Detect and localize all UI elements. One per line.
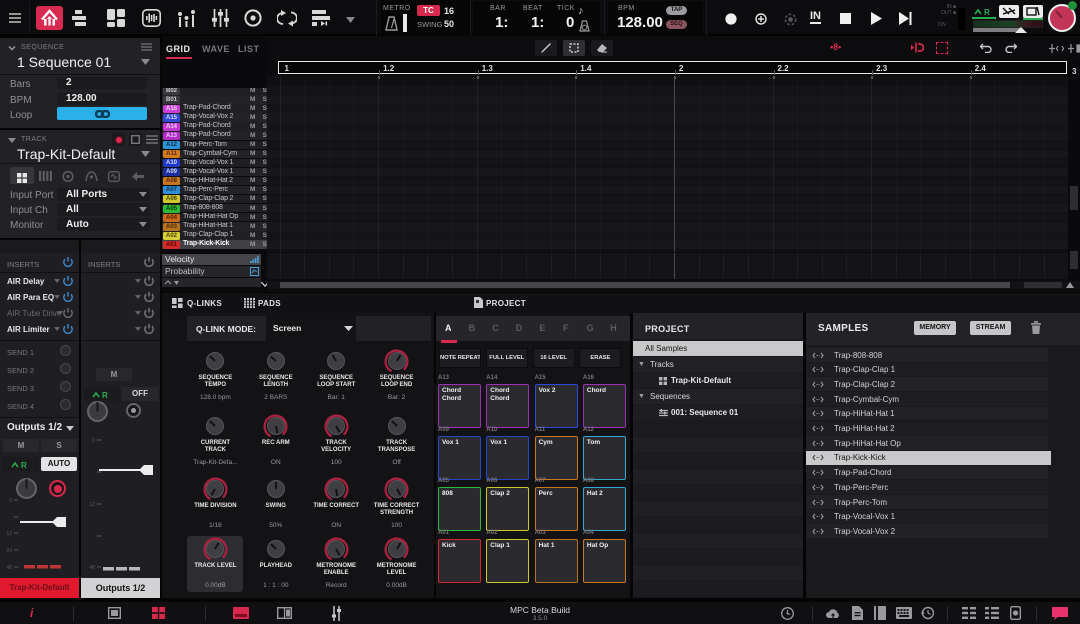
svg-text:0: 0	[92, 438, 95, 444]
svg-text:48: 48	[89, 565, 95, 570]
svg-text:12: 12	[89, 502, 95, 508]
svg-text:R: R	[984, 8, 990, 17]
svg-text:24: 24	[6, 548, 12, 554]
svg-text:R: R	[102, 391, 108, 399]
svg-text:48: 48	[6, 565, 12, 571]
svg-text:0: 0	[9, 498, 12, 504]
svg-text:12: 12	[6, 531, 12, 537]
svg-text:R: R	[21, 461, 27, 469]
